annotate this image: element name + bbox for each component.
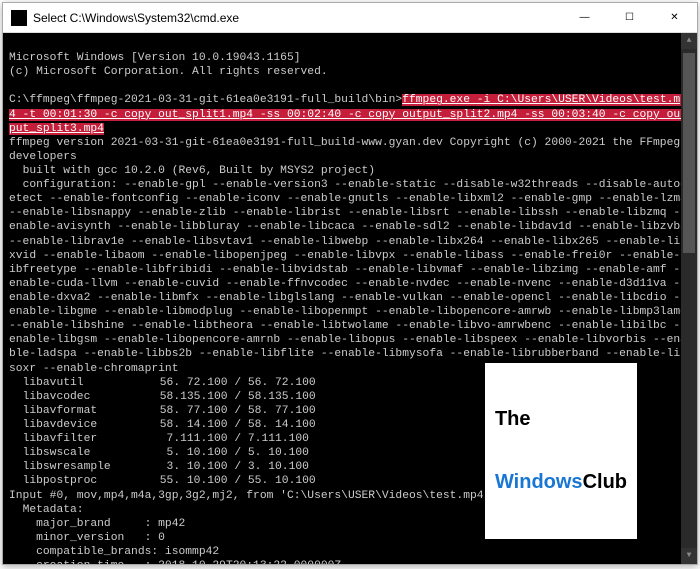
console-line: major_brand : mp42 bbox=[9, 518, 185, 530]
lib-row: libavutil56. 72.100 / 56. 72.100 bbox=[9, 377, 316, 389]
console-line: minor_version : 0 bbox=[9, 532, 165, 544]
lib-row: libswresample3. 10.100 / 3. 10.100 bbox=[9, 461, 309, 473]
console-line: Metadata: bbox=[9, 504, 84, 516]
scroll-up-arrow-icon[interactable]: ▲ bbox=[681, 33, 697, 49]
console-output[interactable]: Microsoft Windows [Version 10.0.19043.11… bbox=[3, 33, 697, 564]
vertical-scrollbar[interactable]: ▲ ▼ bbox=[681, 33, 697, 564]
lib-row: libavfilter7.111.100 / 7.111.100 bbox=[9, 433, 309, 445]
console-config-block: configuration: --enable-gpl --enable-ver… bbox=[9, 179, 694, 374]
lib-row: libavcodec58.135.100 / 58.135.100 bbox=[9, 391, 316, 403]
console-line: creation_time : 2018-10-29T20:13:22.0000… bbox=[9, 560, 341, 564]
window-controls: — ☐ ✕ bbox=[562, 3, 697, 32]
lib-row: libpostproc55. 10.100 / 55. 10.100 bbox=[9, 475, 316, 487]
console-line: Input #0, mov,mp4,m4a,3gp,3g2,mj2, from … bbox=[9, 490, 497, 502]
scroll-down-arrow-icon[interactable]: ▼ bbox=[681, 548, 697, 564]
scrollbar-thumb[interactable] bbox=[683, 53, 695, 253]
titlebar[interactable]: Select C:\Windows\System32\cmd.exe — ☐ ✕ bbox=[3, 3, 697, 33]
maximize-button[interactable]: ☐ bbox=[607, 3, 652, 32]
lib-row: libavdevice58. 14.100 / 58. 14.100 bbox=[9, 419, 316, 431]
console-line: (c) Microsoft Corporation. All rights re… bbox=[9, 66, 328, 78]
lib-row: libavformat58. 77.100 / 58. 77.100 bbox=[9, 405, 316, 417]
cmd-icon bbox=[11, 10, 27, 26]
watermark-line2: WindowsClub bbox=[495, 472, 627, 493]
console-line: Microsoft Windows [Version 10.0.19043.11… bbox=[9, 52, 301, 64]
prompt-path: C:\ffmpeg\ffmpeg-2021-03-31-git-61ea0e31… bbox=[9, 94, 402, 106]
lib-row: libswscale5. 10.100 / 5. 10.100 bbox=[9, 447, 309, 459]
window-title: Select C:\Windows\System32\cmd.exe bbox=[33, 11, 562, 25]
close-button[interactable]: ✕ bbox=[652, 3, 697, 32]
console-line: compatible_brands: isommp42 bbox=[9, 546, 219, 558]
minimize-button[interactable]: — bbox=[562, 3, 607, 32]
console-line: built with gcc 10.2.0 (Rev6, Built by MS… bbox=[9, 165, 375, 177]
watermark-logo: The WindowsClub bbox=[485, 363, 637, 539]
cmd-window: Select C:\Windows\System32\cmd.exe — ☐ ✕… bbox=[2, 2, 698, 565]
console-line: ffmpeg version 2021-03-31-git-61ea0e3191… bbox=[9, 137, 687, 163]
watermark-line1: The bbox=[495, 409, 627, 430]
